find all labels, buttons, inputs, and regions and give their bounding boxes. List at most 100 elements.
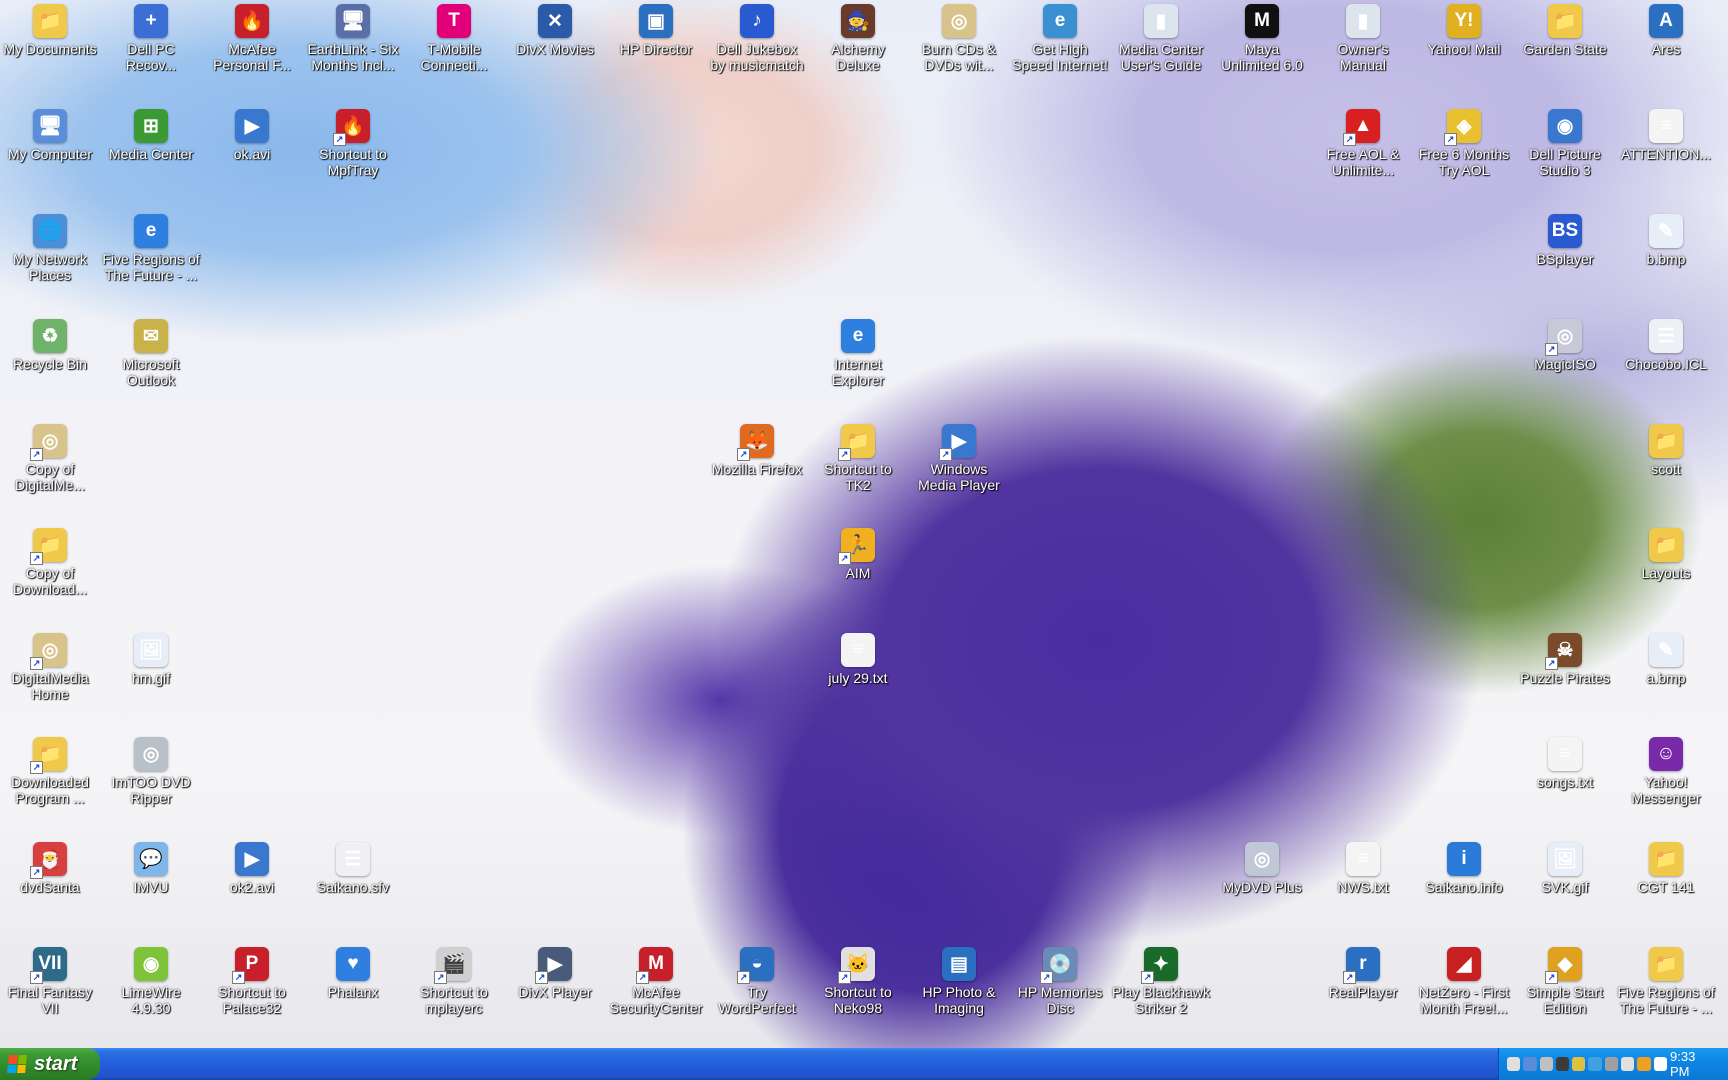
desktop-icon-simple-start-edition[interactable]: ◆Simple Start Edition	[1517, 947, 1613, 1016]
desktop-icon-magiciso[interactable]: ◎MagicISO	[1517, 319, 1613, 372]
desktop-icon-svk-gif[interactable]: 🖼 SVK.gif	[1517, 842, 1613, 895]
tray-icon-4[interactable]	[1555, 1057, 1570, 1071]
desktop-icon-play-blackhawk-striker-2[interactable]: ✦Play Blackhawk Striker 2	[1112, 947, 1210, 1016]
desktop-icon-divx-movies[interactable]: ✕ DivX Movies	[507, 4, 603, 57]
desktop-icon-windows-media-player[interactable]: ▶Windows Media Player	[911, 424, 1007, 493]
desktop-icon-layouts-folder[interactable]: 📁 Layouts	[1618, 528, 1714, 581]
free-6-months-try-aol-icon: ◈	[1444, 109, 1481, 146]
desktop-icon-shortcut-mpftray[interactable]: 🔥Shortcut to MpfTray	[305, 109, 401, 178]
desktop-icon-a-bmp[interactable]: ✎ a.bmp	[1618, 633, 1714, 686]
desktop-icon-label: Windows Media Player	[918, 461, 1000, 493]
desktop-icon-my-documents[interactable]: 📁 My Documents	[2, 4, 98, 57]
desktop-icon-hm-gif[interactable]: 🖼 hm.gif	[103, 633, 199, 686]
desktop-icon-songs-txt[interactable]: ≡ songs.txt	[1517, 737, 1613, 790]
desktop-icon-shortcut-mplayerc[interactable]: 🎬Shortcut to mplayerc	[406, 947, 502, 1016]
desktop-icon-phalanx[interactable]: ♥ Phalanx	[305, 947, 401, 1000]
desktop-icon-ares[interactable]: A Ares	[1618, 4, 1714, 57]
desktop-icon-imvu[interactable]: 💬 IMVU	[103, 842, 199, 895]
desktop-icon-ok-avi[interactable]: ▶ ok.avi	[204, 109, 300, 162]
hm-gif-icon: 🖼	[134, 633, 168, 667]
desktop-icon-microsoft-outlook[interactable]: ✉ Microsoft Outlook	[103, 319, 199, 388]
tray-icon-8[interactable]	[1621, 1057, 1635, 1071]
tray-icon-5[interactable]	[1572, 1057, 1586, 1071]
desktop-icon-my-network-places[interactable]: 🌐 My Network Places	[2, 214, 98, 283]
tray-icon-2[interactable]	[1523, 1057, 1537, 1071]
desktop-icon-media-center[interactable]: ⊞ Media Center	[103, 109, 199, 162]
desktop-icon-aim[interactable]: 🏃AIM	[810, 528, 906, 581]
desktop-icon-yahoo-messenger[interactable]: ☺ Yahoo! Messenger	[1618, 737, 1714, 806]
desktop-icon-shortcut-tk2[interactable]: 📁Shortcut to TK2	[810, 424, 906, 493]
start-button[interactable]: start	[0, 1048, 100, 1080]
desktop-icon-mcafee-securitycenter[interactable]: MMcAfee SecurityCenter	[608, 947, 704, 1016]
desktop-icon-b-bmp[interactable]: ✎ b.bmp	[1618, 214, 1714, 267]
desktop-icon-media-center-users-guide[interactable]: ▮ Media Center User's Guide	[1113, 4, 1209, 73]
desktop-icon-five-regions-folder[interactable]: 📁 Five Regions of The Future - ...	[1617, 947, 1715, 1016]
desktop-icon-saikano-info[interactable]: i Saikano.info	[1416, 842, 1512, 895]
desktop-icon-nws-txt[interactable]: ≡ NWS.txt	[1315, 842, 1411, 895]
desktop-icon-hp-director[interactable]: ▣ HP Director	[608, 4, 704, 57]
desktop-icon-shortcut-palace32[interactable]: PShortcut to Palace32	[204, 947, 300, 1016]
desktop-icon-mozilla-firefox[interactable]: 🦊Mozilla Firefox	[709, 424, 805, 477]
desktop-icon-label: Free 6 Months Try AOL	[1418, 146, 1510, 178]
desktop-icon-scott-folder[interactable]: 📁 scott	[1618, 424, 1714, 477]
desktop-icon-burn-cds-dvds[interactable]: ◎ Burn CDs & DVDs wit...	[911, 4, 1007, 73]
desktop-icon-free-aol-unlimited[interactable]: ▲Free AOL & Unlimite...	[1315, 109, 1411, 178]
desktop-icon-dvdsanta[interactable]: 🎅dvdSanta	[2, 842, 98, 895]
desktop-icon-july-29-txt[interactable]: ≡ july 29.txt	[810, 633, 906, 686]
desktop-icon-maya-unlimited[interactable]: M Maya Unlimited 6.0	[1214, 4, 1310, 73]
desktop-icon-realplayer[interactable]: rRealPlayer	[1315, 947, 1411, 1000]
desktop-icon-hp-photo-imaging[interactable]: ▤ HP Photo & Imaging	[911, 947, 1007, 1016]
tray-icon-7[interactable]	[1604, 1057, 1619, 1071]
desktop-icon-earthlink[interactable]: 🖥 EarthLink - Six Months Incl...	[305, 4, 401, 73]
desktop-icon-label: a.bmp	[1646, 670, 1686, 686]
desktop-icon-alchemy-deluxe[interactable]: 🧙 Alchemy Deluxe	[810, 4, 906, 73]
desktop-icon-imtoo-dvd-ripper[interactable]: ◎ ImTOO DVD Ripper	[103, 737, 199, 806]
desktop-icon-copy-of-digitalmedia[interactable]: ◎Copy of DigitalMe...	[2, 424, 98, 493]
shortcut-mplayerc-icon: 🎬	[434, 947, 471, 984]
desktop-icon-owners-manual[interactable]: ▮ Owner's Manual	[1315, 4, 1411, 73]
desktop-icon-dell-jukebox[interactable]: ♪ Dell Jukebox by musicmatch	[709, 4, 805, 73]
desktop-icon-recycle-bin[interactable]: ♻ Recycle Bin	[2, 319, 98, 372]
desktop-icon-garden-state[interactable]: 📁 Garden State	[1517, 4, 1613, 57]
desktop-icon-ok2-avi[interactable]: ▶ ok2.avi	[204, 842, 300, 895]
tray-icon-3[interactable]	[1539, 1057, 1553, 1071]
copy-of-digitalmedia-icon: ◎	[30, 424, 67, 461]
desktop-icon-saikano-sfv[interactable]: ☰ Saikano.sfv	[305, 842, 401, 895]
desktop-icon-divx-player[interactable]: ▶DivX Player	[507, 947, 603, 1000]
desktop-icon-limewire[interactable]: ◉ LimeWire 4.9.30	[103, 947, 199, 1016]
desktop-icon-yahoo-mail[interactable]: Y! Yahoo! Mail	[1416, 4, 1512, 57]
desktop-icon-cgt-141-folder[interactable]: 📁 CGT 141	[1618, 842, 1714, 895]
desktop-icon-try-wordperfect[interactable]: ◒Try WordPerfect	[709, 947, 805, 1016]
clock[interactable]: 9:33 PM	[1670, 1049, 1716, 1079]
desktop-icon-t-mobile-connection[interactable]: T T-Mobile Connecti...	[406, 4, 502, 73]
desktop-icon-get-high-speed-internet[interactable]: e Get High Speed Internet!	[1012, 4, 1108, 73]
desktop-icon-bsplayer[interactable]: BS BSplayer	[1517, 214, 1613, 267]
desktop-icon-shortcut-neko98[interactable]: 🐱Shortcut to Neko98	[810, 947, 906, 1016]
desktop-icon-internet-explorer[interactable]: e Internet Explorer	[810, 319, 906, 388]
desktop-icon-mydvd-plus[interactable]: ◎ MyDVD Plus	[1214, 842, 1310, 895]
tray-icon-9[interactable]	[1637, 1057, 1651, 1071]
desktop-icon-puzzle-pirates[interactable]: ☠Puzzle Pirates	[1517, 633, 1613, 686]
get-high-speed-internet-icon: e	[1043, 4, 1077, 38]
desktop-icon-copy-of-downloaded[interactable]: 📁Copy of Download...	[2, 528, 98, 597]
desktop-icon-mcafee-personal-firewall[interactable]: 🔥 McAfee Personal F...	[204, 4, 300, 73]
desktop-icon-my-computer[interactable]: 🖥 My Computer	[2, 109, 98, 162]
desktop-icon-digitalmedia-home[interactable]: ◎DigitalMedia Home	[2, 633, 98, 702]
desktop-icon-dell-pc-recovery[interactable]: + Dell PC Recov...	[103, 4, 199, 73]
desktop-icon-label: songs.txt	[1536, 774, 1594, 790]
desktop-icon-label: Microsoft Outlook	[122, 356, 180, 388]
desktop-icon-label: HP Memories Disc	[1017, 984, 1103, 1016]
desktop-icon-downloaded-program[interactable]: 📁Downloaded Program ...	[2, 737, 98, 806]
tray-icon-10[interactable]	[1653, 1057, 1667, 1071]
desktop-icon-free-6-months-try-aol[interactable]: ◈Free 6 Months Try AOL	[1416, 109, 1512, 178]
tray-icon-6[interactable]	[1588, 1057, 1602, 1071]
ares-icon: A	[1649, 4, 1683, 38]
tray-icon-1[interactable]	[1507, 1057, 1521, 1071]
desktop-icon-netzero[interactable]: ◢ NetZero - First Month Free!...	[1416, 947, 1512, 1016]
desktop-icon-dell-picture-studio[interactable]: ◉ Dell Picture Studio 3	[1517, 109, 1613, 178]
desktop-icon-chocobo-icl[interactable]: ☰ Chocobo.ICL	[1618, 319, 1714, 372]
desktop-icon-hp-memories-disc[interactable]: 💿HP Memories Disc	[1012, 947, 1108, 1016]
desktop-icon-final-fantasy-vii[interactable]: VIIFinal Fantasy VII	[2, 947, 98, 1016]
desktop-icon-attention-txt[interactable]: ≡ ATTENTION...	[1618, 109, 1714, 162]
desktop-icon-five-regions-ie[interactable]: e Five Regions of The Future - ...	[102, 214, 200, 283]
